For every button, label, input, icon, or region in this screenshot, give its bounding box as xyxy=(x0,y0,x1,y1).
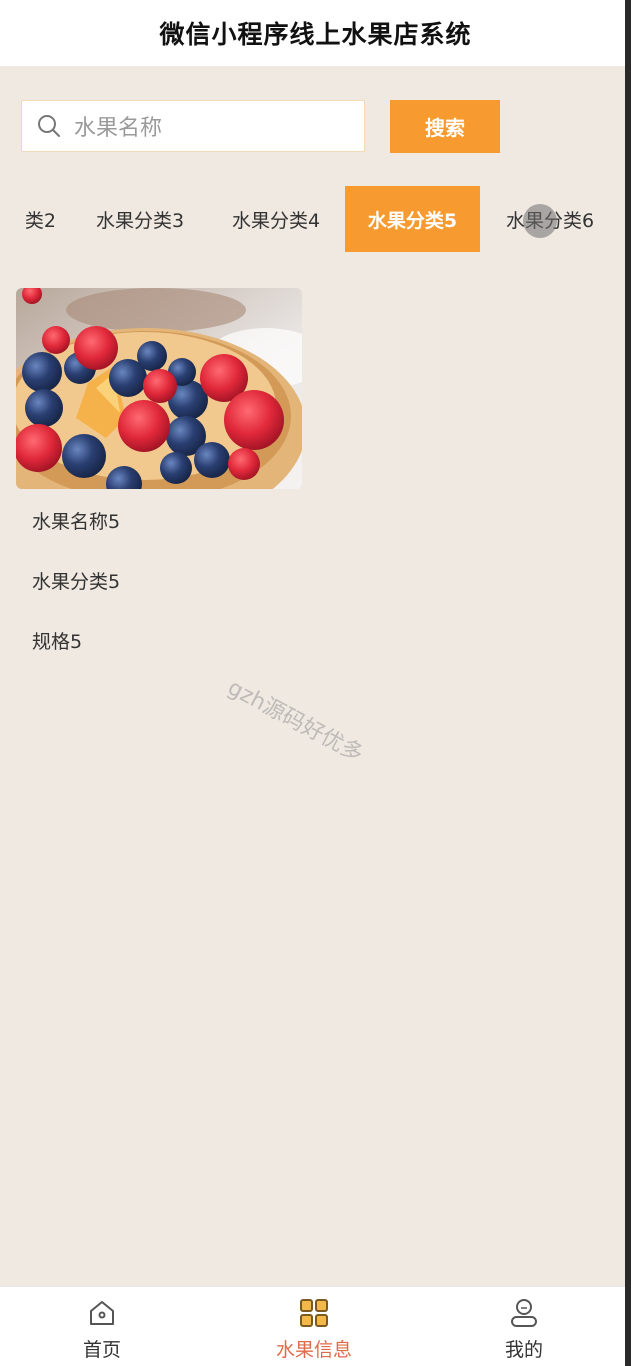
nav-label-home: 首页 xyxy=(82,1339,121,1361)
search-button[interactable]: 搜索 xyxy=(390,100,500,153)
product-spec: 规格5 xyxy=(32,631,83,653)
nav-item-mine[interactable]: 我的 xyxy=(444,1287,604,1366)
search-placeholder: 水果名称 xyxy=(74,116,163,141)
nav-item-fruit-info[interactable]: 水果信息 xyxy=(234,1287,394,1366)
tab-label: 水果分类4 xyxy=(231,209,321,232)
tab-label: 水果分类3 xyxy=(95,209,185,232)
bottom-nav: 首页 水果信息 我的 xyxy=(0,1286,625,1366)
product-name: 水果名称5 xyxy=(32,511,121,533)
tab-category-4[interactable]: 水果分类4 xyxy=(210,186,342,252)
home-icon xyxy=(90,1301,114,1325)
top-bar: 微信小程序线上水果店系统 xyxy=(0,0,631,66)
watermark: gzh源码好优多 xyxy=(223,675,368,768)
tab-category-2[interactable]: 类2 xyxy=(0,186,64,252)
product-category: 水果分类5 xyxy=(32,571,121,593)
nav-label-fruit-info: 水果信息 xyxy=(275,1339,352,1361)
user-icon xyxy=(511,1299,537,1327)
screen-edge xyxy=(625,0,631,1366)
tab-label: 水果分类5 xyxy=(367,209,458,232)
page-title: 微信小程序线上水果店系统 xyxy=(159,20,472,49)
product-image[interactable] xyxy=(16,288,302,489)
search-icon xyxy=(38,115,60,137)
grid-icon xyxy=(300,1299,328,1327)
tab-category-3[interactable]: 水果分类3 xyxy=(74,186,206,252)
nav-item-home[interactable]: 首页 xyxy=(22,1287,182,1366)
touch-indicator xyxy=(523,204,557,238)
tab-category-5[interactable]: 水果分类5 xyxy=(345,186,480,252)
berry-bowl-image xyxy=(16,288,302,489)
tab-label: 类2 xyxy=(24,209,56,232)
nav-label-mine: 我的 xyxy=(504,1339,543,1361)
search-input[interactable]: 水果名称 xyxy=(21,100,365,152)
